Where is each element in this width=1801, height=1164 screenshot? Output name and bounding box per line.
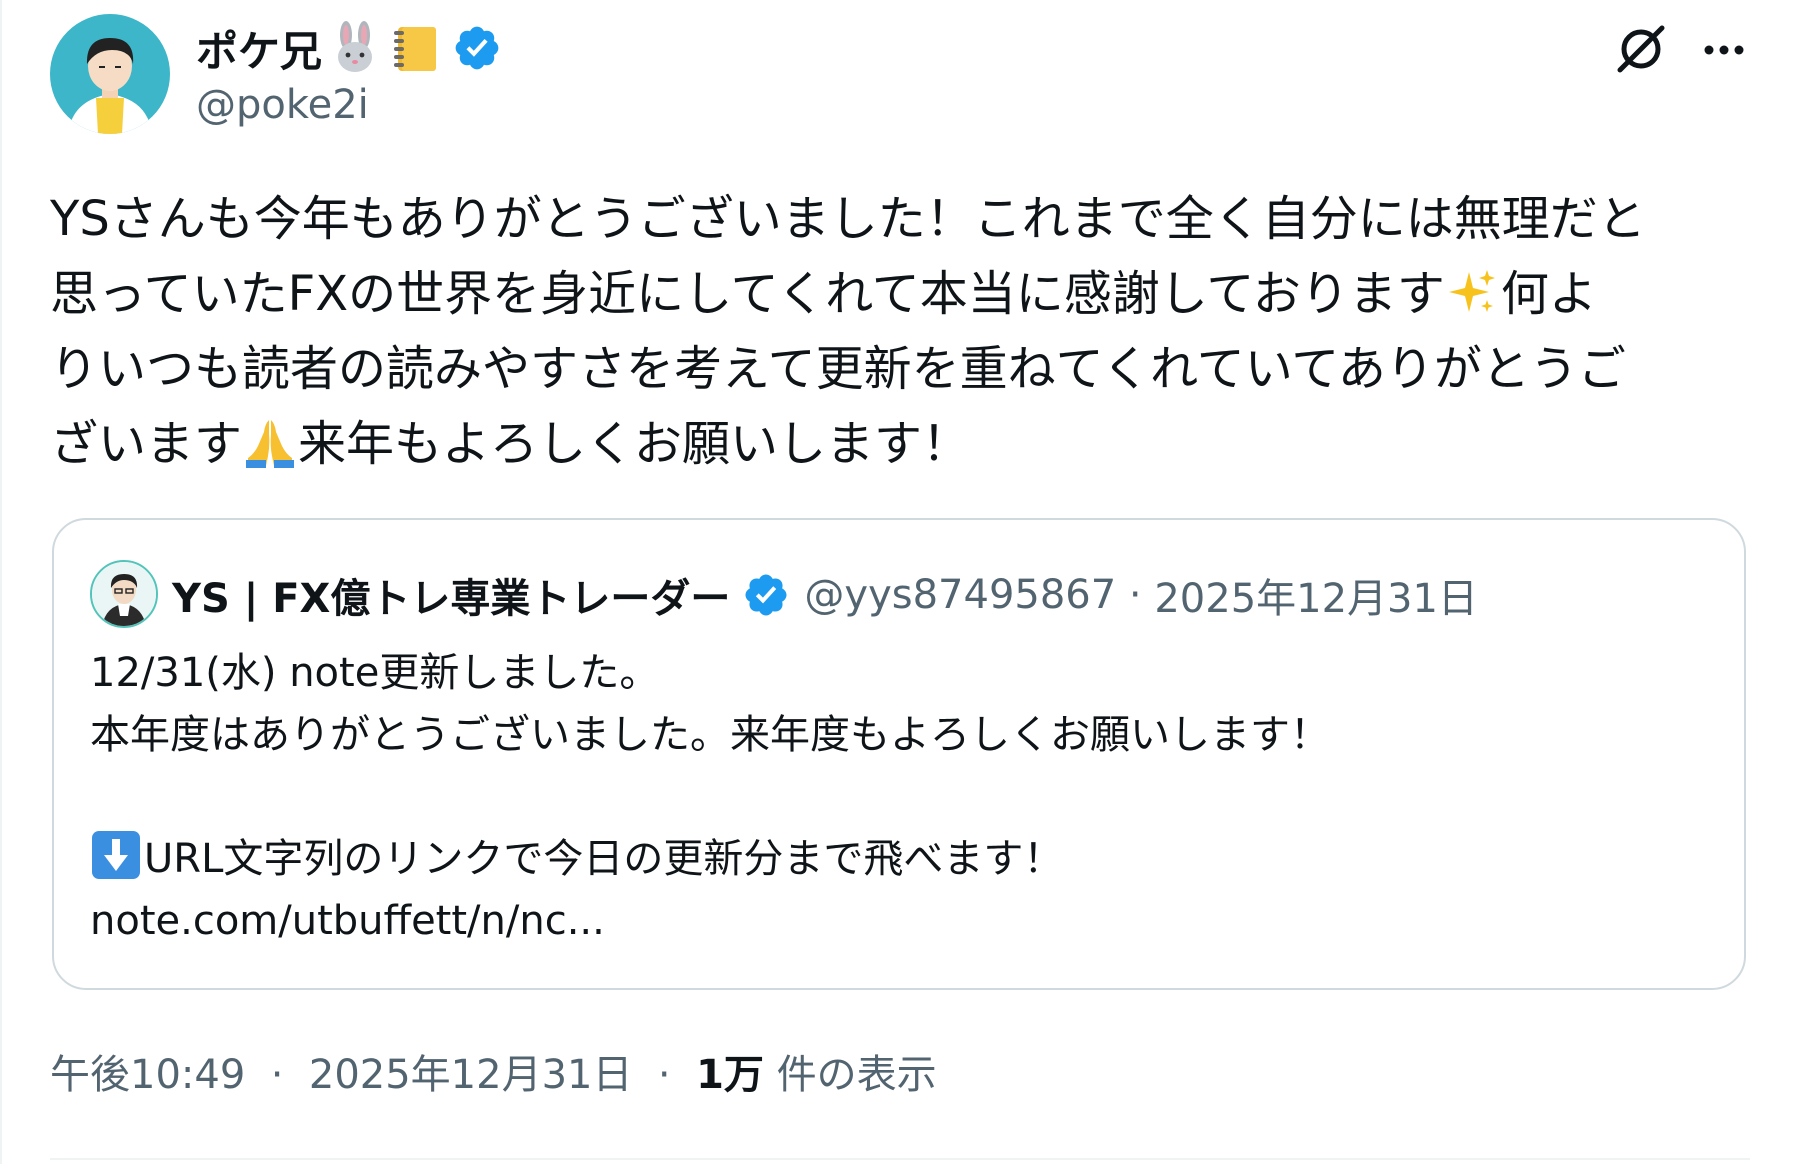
tweet-line-part: ざいます (50, 416, 243, 472)
quoted-line: URL文字列のリンクで今日の更新分まで飛べます！ (90, 828, 1710, 890)
quoted-link[interactable]: note.com/utbuffett/n/nc... (90, 890, 1710, 952)
separator-dot: · (1128, 572, 1142, 618)
author-name-row[interactable]: ポケ兄 (196, 18, 502, 78)
separator: · (645, 1052, 683, 1098)
quoted-line: 12/31(水) note更新しました。 (90, 650, 660, 696)
quoted-line (90, 766, 1710, 828)
author-display-name[interactable]: ポケ兄 (196, 18, 322, 79)
quoted-author-avatar[interactable] (90, 560, 158, 628)
separator-dot: · (657, 1052, 671, 1098)
quoted-tweet-date[interactable]: 2025年12月31日 (1154, 566, 1478, 624)
tweet-text: YSさんも今年もありがとうございました！これまで全く自分には無理だと 思っていた… (50, 182, 1760, 482)
tweet-line-part: 思っていたFXの世界を身近にしてくれて本当に感謝しております (50, 266, 1445, 322)
tweet-line-part: 何よ (1500, 266, 1597, 322)
author-handle[interactable]: @poke2i (196, 82, 369, 128)
tweet-line: YSさんも今年もありがとうございました！これまで全く自分には無理だと (50, 191, 1646, 247)
more-options-icon[interactable] (1696, 22, 1752, 78)
quoted-tweet-text: 12/31(水) note更新しました。 本年度はありがとうございました。来年度… (90, 642, 1710, 952)
tweet-line: 思っていたFXの世界を身近にしてくれて本当に感謝しております 何よ (50, 257, 1760, 332)
post-time[interactable]: 午後10:49 (50, 1052, 245, 1098)
notebook-icon (388, 21, 442, 75)
tweet-line: ざいます 来年もよろしくお願いします！ (50, 407, 1760, 482)
separator-dot: · (270, 1052, 284, 1098)
quoted-author-name[interactable]: YS | FX億トレ専業トレーダー (172, 566, 730, 624)
separator: · (258, 1052, 296, 1098)
quoted-line: 本年度はありがとうございました。来年度もよろしくお願いします！ (90, 712, 1330, 758)
rabbit-face-icon (328, 21, 382, 75)
views-count[interactable]: 1万 (696, 1052, 764, 1098)
page-edge (0, 0, 2, 1164)
down-arrow-icon (90, 829, 142, 881)
verified-badge-icon[interactable] (452, 23, 502, 73)
sparkles-icon (1447, 265, 1499, 317)
quoted-line-part: URL文字列のリンクで今日の更新分まで飛べます！ (144, 836, 1064, 882)
separator: · (1116, 572, 1154, 618)
post-date[interactable]: 2025年12月31日 (309, 1052, 633, 1098)
tweet-metadata: 午後10:49 · 2025年12月31日 · 1万 件の表示 (50, 1042, 937, 1100)
quoted-tweet-header: YS | FX億トレ専業トレーダー @yys87495867 · 2025年12… (172, 566, 1478, 624)
tweet-line: りいつも読者の読みやすさを考えて更新を重ねてくれていてありがとうご (50, 341, 1626, 397)
quoted-author-handle[interactable]: @yys87495867 (804, 572, 1116, 618)
quoted-tweet-card[interactable]: YS | FX億トレ専業トレーダー @yys87495867 · 2025年12… (52, 518, 1746, 990)
folded-hands-icon (244, 415, 296, 468)
views-label: 件の表示 (776, 1052, 937, 1098)
verified-badge-icon[interactable] (742, 571, 790, 619)
tweet-line-part: 来年もよろしくお願いします！ (298, 416, 971, 472)
divider (50, 1158, 1750, 1160)
grok-icon[interactable] (1612, 20, 1670, 78)
author-avatar[interactable] (50, 14, 170, 134)
